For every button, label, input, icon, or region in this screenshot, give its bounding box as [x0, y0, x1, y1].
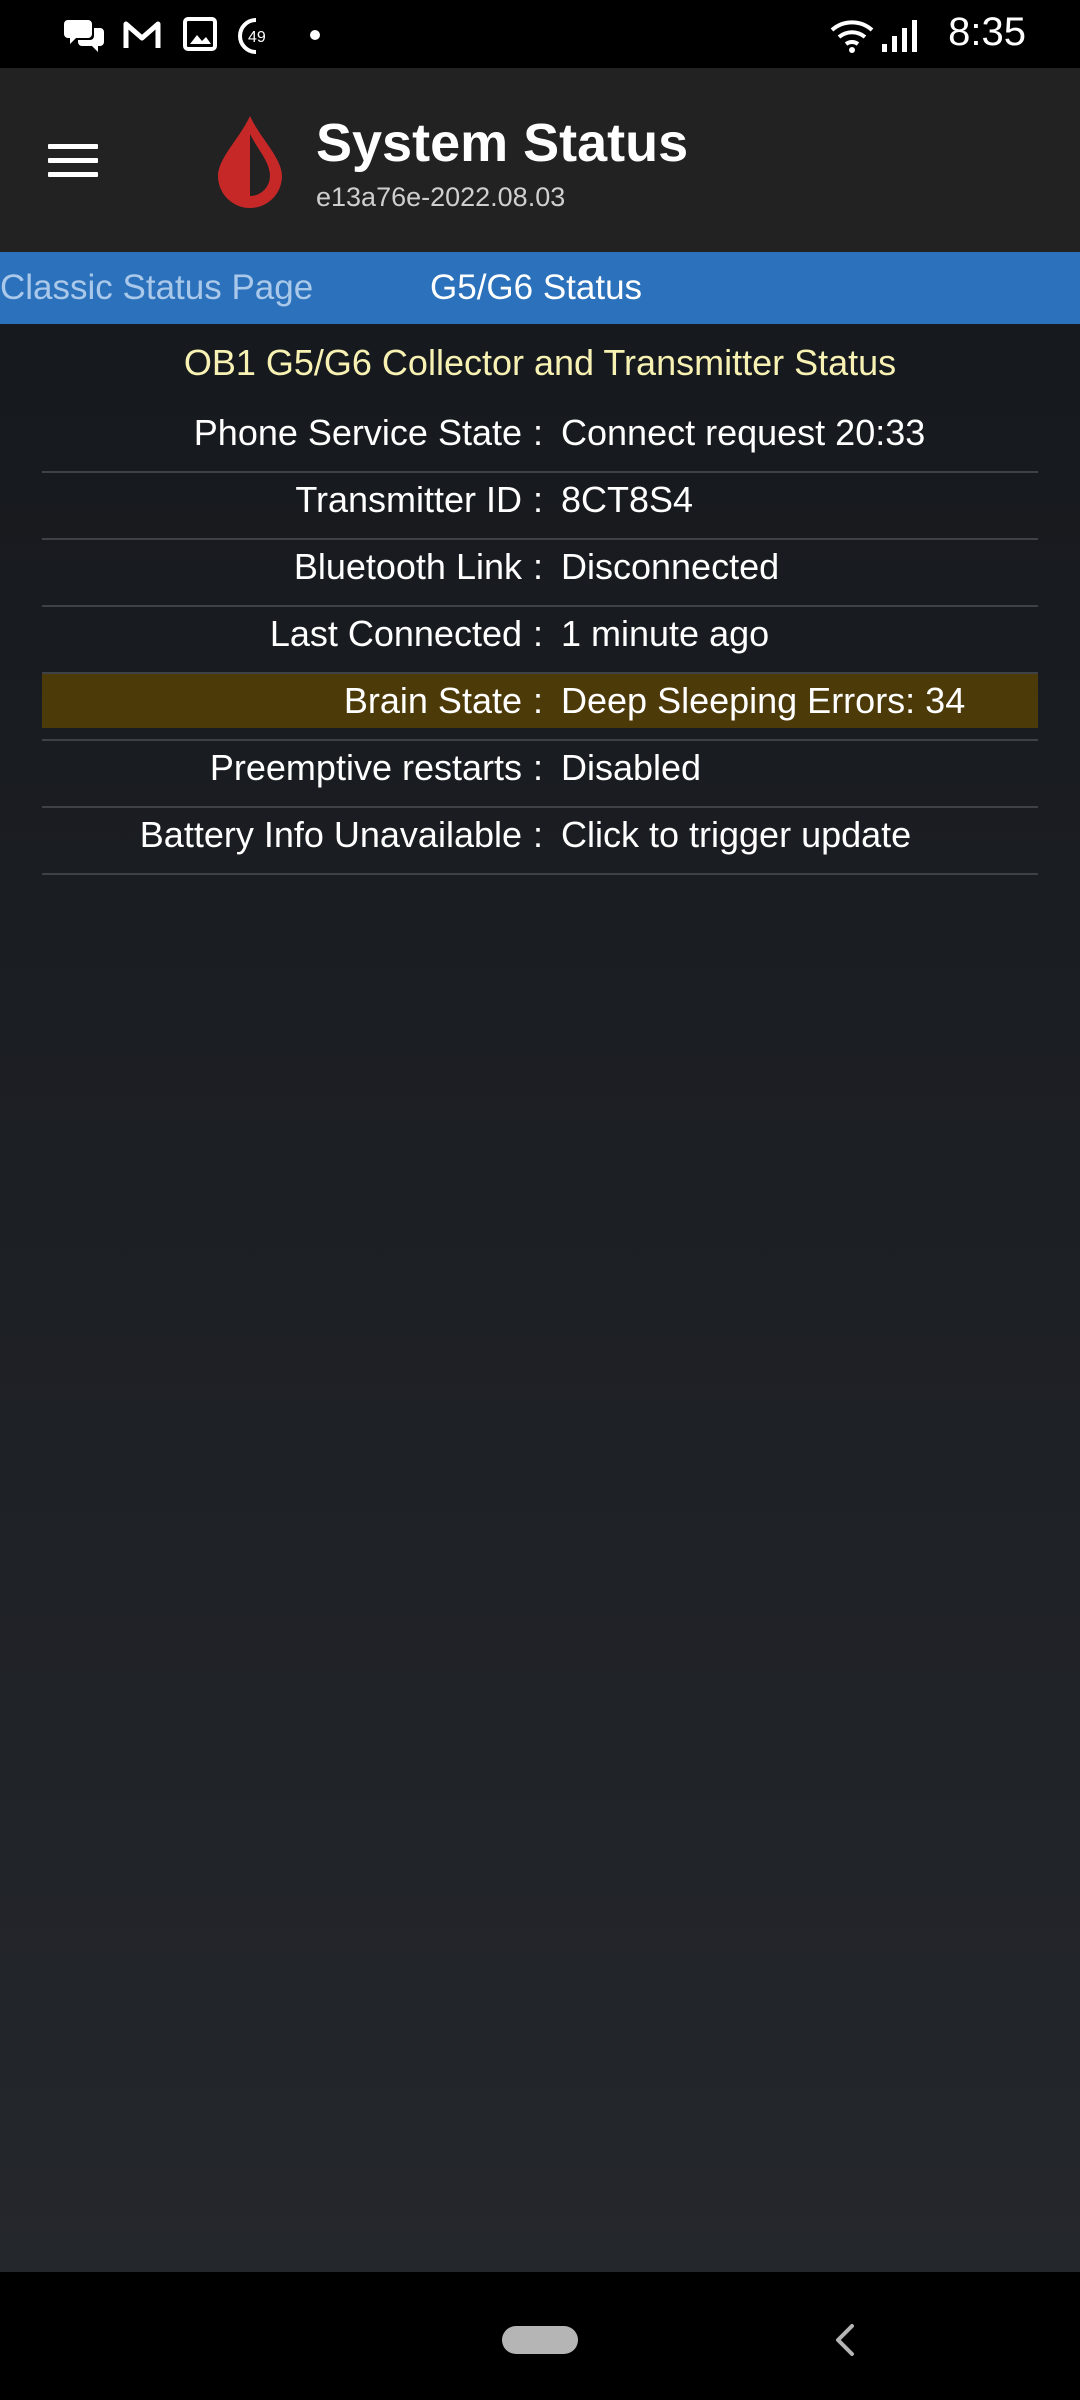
status-row-bluetooth-link[interactable]: Bluetooth Link : Disconnected [42, 540, 1038, 607]
badge-49-icon: 49 [238, 18, 266, 54]
app-bar: System Status e13a76e-2022.08.03 [0, 68, 1080, 252]
row-value: 1 minute ago [561, 613, 770, 654]
battery-update-trigger[interactable]: Click to trigger update [561, 814, 911, 856]
row-label: Battery Info Unavailable [139, 814, 522, 855]
tab-g5g6-status[interactable]: G5/G6 Status [430, 252, 642, 324]
menu-button[interactable] [40, 120, 110, 200]
tab-strip: Classic Status Page G5/G6 Status [0, 252, 1080, 324]
system-navigation-bar [0, 2272, 1080, 2400]
row-separator: : [533, 613, 544, 654]
svg-text:49: 49 [248, 29, 266, 46]
app-version: e13a76e-2022.08.03 [316, 182, 566, 212]
back-chevron-icon[interactable] [822, 2316, 868, 2364]
row-label: Last Connected [269, 613, 522, 654]
wifi-icon [830, 20, 874, 53]
row-label: Transmitter ID [295, 479, 522, 520]
page-heading: OB1 G5/G6 Collector and Transmitter Stat… [183, 342, 897, 383]
dot-icon [310, 30, 320, 40]
status-content: OB1 G5/G6 Collector and Transmitter Stat… [0, 324, 1080, 2272]
cellular-signal-icon [882, 20, 917, 52]
row-label: Preemptive restarts [209, 747, 522, 788]
row-value: 8CT8S4 [561, 479, 694, 520]
row-label: Phone Service State [193, 412, 522, 453]
row-value: Connect request 20:33 [561, 412, 926, 453]
row-value: Deep Sleeping Errors: 34 [561, 680, 966, 721]
status-row-phone-service-state[interactable]: Phone Service State : Connect request 20… [42, 406, 1038, 473]
status-row-brain-state[interactable]: Brain State : Deep Sleeping Errors: 34 [42, 674, 1038, 741]
home-gesture-handle[interactable] [502, 2326, 578, 2354]
row-separator: : [533, 747, 544, 788]
status-bar: 49 8:35 [0, 0, 1080, 68]
tab-classic-status-page[interactable]: Classic Status Page [0, 252, 313, 324]
chat-bubbles-icon [64, 20, 104, 52]
row-label: Bluetooth Link [293, 546, 522, 587]
status-row-preemptive-restarts[interactable]: Preemptive restarts : Disabled [42, 741, 1038, 808]
status-row-transmitter-id[interactable]: Transmitter ID : 8CT8S4 [42, 473, 1038, 540]
row-separator: : [533, 814, 544, 855]
status-row-last-connected[interactable]: Last Connected : 1 minute ago [42, 607, 1038, 674]
status-table: Phone Service State : Connect request 20… [42, 406, 1038, 875]
gallery-icon [183, 17, 217, 51]
row-label: Brain State [343, 680, 522, 721]
row-separator: : [533, 680, 544, 721]
row-separator: : [533, 546, 544, 587]
row-value: Disconnected [561, 546, 780, 587]
app-title: System Status [316, 113, 689, 173]
row-separator: : [533, 479, 544, 520]
gmail-icon [123, 21, 161, 48]
row-value: Disabled [561, 747, 702, 788]
row-separator: : [533, 412, 544, 453]
status-row-battery-info[interactable]: Battery Info Unavailable : Click to trig… [42, 808, 1038, 875]
app-logo-drop-icon [218, 116, 282, 208]
clock-time: 8:35 [948, 10, 1026, 54]
